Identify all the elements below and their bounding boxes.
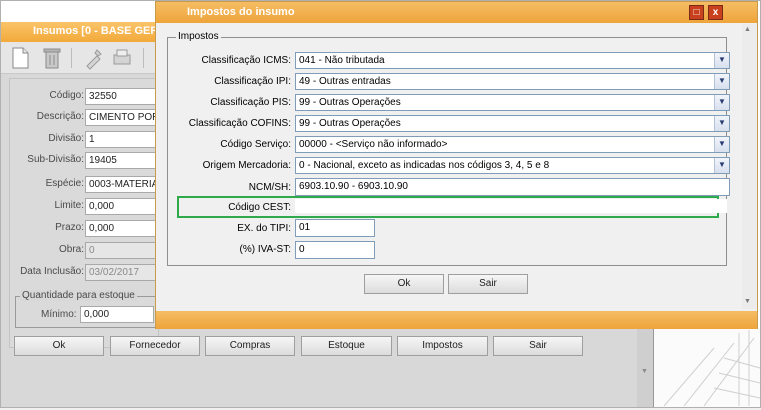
impostos-group-legend: Impostos (176, 31, 221, 42)
printer-icon[interactable] (111, 46, 133, 70)
field-label: Data Inclusão: (20, 266, 84, 277)
sketch-drawing (663, 330, 761, 407)
dialog-sair-button[interactable]: Sair (448, 274, 528, 294)
maximize-icon[interactable]: □ (689, 5, 704, 20)
dialog-title: Impostos do insumo (156, 2, 757, 23)
sair-button[interactable]: Sair (493, 336, 583, 356)
ex-tipi-label: EX. do TIPI: (237, 223, 291, 234)
impostos-group: Impostos Classificação ICMS: 041 - Não t… (167, 31, 730, 266)
field-especie: Espécie: 0003-MATERIAL (1, 176, 165, 193)
origem-mercadoria-label: Origem Mercadoria: (202, 160, 291, 171)
codigo-servico-select[interactable]: 00000 - <Serviço não informado> ▼ (295, 136, 730, 153)
estoque-button[interactable]: Estoque (301, 336, 392, 356)
divisao-input[interactable]: 1 (85, 131, 165, 148)
minimo-label: Mínimo: (41, 309, 77, 320)
iva-st-label: (%) IVA-ST: (239, 244, 291, 255)
impostos-dialog: Impostos do insumo □ x Impostos Classifi… (155, 1, 758, 329)
trash-icon[interactable] (41, 46, 63, 70)
cofins-select[interactable]: 99 - Outras Operações ▼ (295, 115, 730, 132)
ncm-label: NCM/SH: (248, 182, 291, 193)
field-descricao: Descrição: CIMENTO PORTLAND (1, 109, 165, 126)
field-label: Divisão: (48, 133, 84, 144)
fornecedor-button[interactable]: Fornecedor (110, 336, 200, 356)
ex-tipi-input[interactable]: 01 (295, 219, 375, 237)
impostos-button[interactable]: Impostos (397, 336, 488, 356)
close-icon[interactable]: x (708, 5, 723, 20)
tools-icon[interactable] (83, 46, 105, 70)
scroll-down-icon[interactable]: ▼ (744, 298, 751, 305)
data-inclusao-input: 03/02/2017 (85, 264, 165, 281)
prazo-input[interactable]: 0,000 (85, 220, 165, 237)
field-subdivisao: Sub-Divisão: 19405 (1, 152, 165, 169)
pis-label: Classificação PIS: (210, 97, 291, 108)
chevron-down-icon[interactable]: ▼ (714, 137, 729, 152)
scroll-down-icon[interactable]: ▼ (641, 368, 648, 375)
especie-input[interactable]: 0003-MATERIAL (85, 176, 165, 193)
field-label: Descrição: (36, 111, 84, 122)
toolbar-divider (71, 48, 72, 68)
limite-input[interactable]: 0,000 (85, 198, 165, 215)
ncm-input[interactable]: 6903.10.90 - 6903.10.90 (295, 178, 730, 196)
ipi-select[interactable]: 49 - Outras entradas ▼ (295, 73, 730, 90)
field-label: Obra: (58, 244, 84, 255)
subdivisao-input[interactable]: 19405 (85, 152, 165, 169)
toolbar-divider-2 (143, 48, 144, 68)
field-label: Código: (49, 90, 84, 101)
ipi-value: 49 - Outras entradas (299, 76, 391, 87)
icms-label: Classificação ICMS: (201, 55, 291, 66)
pis-value: 99 - Outras Operações (299, 97, 401, 108)
field-divisao: Divisão: 1 (1, 131, 165, 148)
ok-button[interactable]: Ok (14, 336, 104, 356)
field-obra: Obra: 0 (1, 242, 165, 259)
cest-label: Código CEST: (228, 202, 291, 213)
field-data-inclusao: Data Inclusão: 03/02/2017 (1, 264, 165, 281)
ipi-label: Classificação IPI: (214, 76, 291, 87)
origem-mercadoria-value: 0 - Nacional, exceto as indicadas nos có… (299, 160, 550, 171)
chevron-down-icon[interactable]: ▼ (714, 74, 729, 89)
compras-button[interactable]: Compras (205, 336, 295, 356)
field-label: Prazo: (55, 222, 84, 233)
chevron-down-icon[interactable]: ▼ (714, 53, 729, 68)
new-document-icon[interactable] (9, 46, 31, 70)
quantidade-estoque-legend: Quantidade para estoque (20, 290, 137, 301)
cofins-value: 99 - Outras Operações (299, 118, 401, 129)
dialog-scrollbar[interactable]: ▲ ▼ (742, 24, 757, 309)
codigo-servico-label: Código Serviço: (220, 139, 291, 150)
scroll-up-icon[interactable]: ▲ (744, 26, 751, 33)
minimo-input[interactable]: 0,000 (80, 306, 154, 323)
icms-value: 041 - Não tributada (299, 55, 385, 66)
field-label: Sub-Divisão: (27, 154, 84, 165)
insumos-button-bar: Ok Fornecedor Compras Estoque Impostos S… (1, 336, 653, 360)
origem-mercadoria-select[interactable]: 0 - Nacional, exceto as indicadas nos có… (295, 157, 730, 174)
obra-input: 0 (85, 242, 165, 259)
background-image (653, 328, 761, 407)
chevron-down-icon[interactable]: ▼ (714, 116, 729, 131)
codigo-input[interactable]: 32550 (85, 88, 165, 105)
field-limite: Limite: 0,000 (1, 198, 165, 215)
cest-input[interactable] (295, 199, 727, 213)
chevron-down-icon[interactable]: ▼ (714, 158, 729, 173)
descricao-input[interactable]: CIMENTO PORTLAND (85, 109, 165, 126)
cofins-label: Classificação COFINS: (188, 118, 291, 129)
quantidade-estoque-group: Quantidade para estoque Mínimo: 0,000 (15, 290, 155, 328)
icms-select[interactable]: 041 - Não tributada ▼ (295, 52, 730, 69)
chevron-down-icon[interactable]: ▼ (714, 95, 729, 110)
codigo-servico-value: 00000 - <Serviço não informado> (299, 139, 448, 150)
dialog-ok-button[interactable]: Ok (364, 274, 444, 294)
dialog-footer-bar (156, 311, 757, 329)
pis-select[interactable]: 99 - Outras Operações ▼ (295, 94, 730, 111)
field-prazo: Prazo: 0,000 (1, 220, 165, 237)
iva-st-input[interactable]: 0 (295, 241, 375, 259)
field-label: Espécie: (45, 178, 84, 189)
field-label: Limite: (54, 200, 84, 211)
field-codigo: Código: 32550 (1, 88, 165, 105)
